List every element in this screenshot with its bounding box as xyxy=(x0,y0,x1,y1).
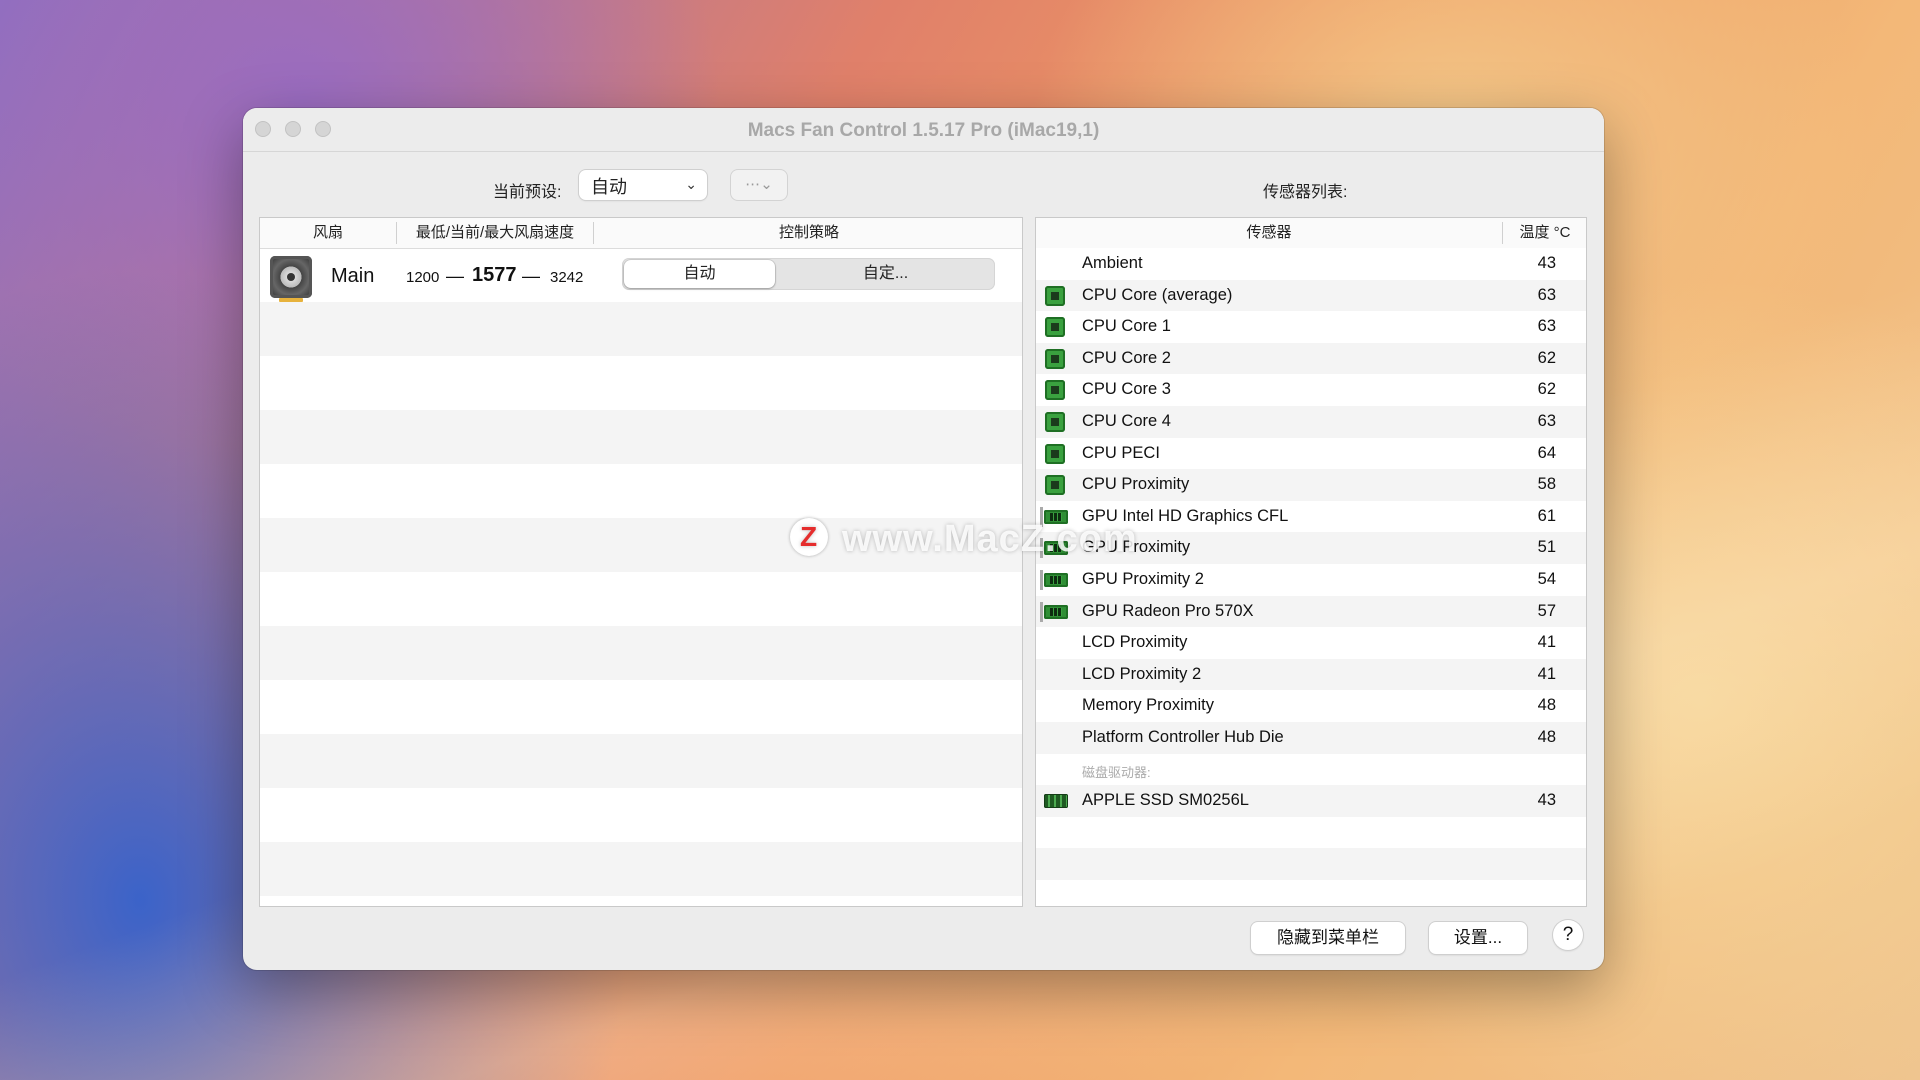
disk-section-row: 磁盘驱动器: xyxy=(1036,753,1586,786)
fan-max-speed: 3242 xyxy=(550,269,584,286)
cpu-chip-icon xyxy=(1045,317,1065,338)
sensor-row-cpu-core-2[interactable]: CPU Core 2 62 xyxy=(1036,342,1586,375)
sensor-value: 63 xyxy=(1537,317,1556,336)
speed-separator: — xyxy=(522,266,540,286)
sensor-row-cpu-peci[interactable]: CPU PECI 64 xyxy=(1036,437,1586,470)
sensor-row-gpu-radeon[interactable]: GPU Radeon Pro 570X 57 xyxy=(1036,595,1586,628)
sensor-table: 传感器 温度 °C Ambient 43 CPU Core (average) … xyxy=(1035,217,1587,907)
gpu-card-icon xyxy=(1040,601,1068,622)
sensor-value: 51 xyxy=(1537,538,1556,557)
sensor-row-cpu-core-average[interactable]: CPU Core (average) 63 xyxy=(1036,279,1586,312)
sensor-row-cpu-proximity[interactable]: CPU Proximity 58 xyxy=(1036,469,1586,501)
cpu-chip-icon xyxy=(1045,443,1065,464)
table-row xyxy=(260,842,1022,896)
cpu-chip-icon xyxy=(1045,348,1065,369)
cpu-chip-icon xyxy=(1045,380,1065,401)
sensor-name: CPU Core 2 xyxy=(1082,348,1171,367)
title-bar[interactable]: Macs Fan Control 1.5.17 Pro (iMac19,1) xyxy=(243,108,1604,152)
sensor-value: 57 xyxy=(1537,601,1556,620)
sensor-row-memory-proximity[interactable]: Memory Proximity 48 xyxy=(1036,690,1586,722)
sensor-row-ambient[interactable]: Ambient 43 xyxy=(1036,248,1586,280)
settings-button[interactable]: 设置... xyxy=(1429,922,1527,954)
sensor-value: 64 xyxy=(1537,443,1556,462)
empty-row xyxy=(1036,816,1586,849)
sensor-name: CPU PECI xyxy=(1082,443,1160,462)
column-divider xyxy=(1586,222,1587,244)
column-header-sensor[interactable]: 传感器 xyxy=(1036,218,1502,248)
sensor-value: 48 xyxy=(1537,696,1556,715)
cpu-chip-icon xyxy=(1045,285,1065,306)
hide-to-menubar-button[interactable]: 隐藏到菜单栏 xyxy=(1251,922,1405,954)
speed-separator: — xyxy=(446,266,464,286)
watermark: Zwww.MacZ.com xyxy=(790,518,1138,561)
fan-base-decoration xyxy=(279,298,303,302)
empty-row xyxy=(1036,848,1586,880)
sensor-value: 61 xyxy=(1537,506,1556,525)
sensor-row-cpu-core-4[interactable]: CPU Core 4 63 xyxy=(1036,406,1586,438)
preset-value: 自动 xyxy=(591,177,627,197)
help-button[interactable]: ? xyxy=(1553,920,1583,950)
sensor-row-apple-ssd[interactable]: APPLE SSD SM0256L 43 xyxy=(1036,785,1586,817)
sensor-name: LCD Proximity 2 xyxy=(1082,664,1202,683)
sensor-value: 62 xyxy=(1537,380,1556,399)
sensor-name: GPU Proximity 2 xyxy=(1082,570,1204,588)
fan-current-speed: 1577 xyxy=(472,264,517,286)
sensor-value: 54 xyxy=(1537,570,1556,588)
sensor-value: 43 xyxy=(1537,254,1556,272)
fan-min-speed: 1200 xyxy=(406,269,440,286)
sensor-name: LCD Proximity xyxy=(1082,633,1188,652)
fan-name: Main xyxy=(331,265,375,287)
sensor-row-pch-die[interactable]: Platform Controller Hub Die 48 xyxy=(1036,722,1586,754)
window-title: Macs Fan Control 1.5.17 Pro (iMac19,1) xyxy=(747,120,1100,141)
gpu-card-icon xyxy=(1040,570,1068,590)
more-actions-button[interactable]: ⋯⌄ xyxy=(731,170,787,200)
table-row xyxy=(260,626,1022,680)
sensor-value: 48 xyxy=(1537,728,1556,746)
sensor-name: CPU Proximity xyxy=(1082,475,1190,494)
sensor-value: 41 xyxy=(1537,664,1556,683)
cpu-chip-icon xyxy=(1045,412,1065,432)
chevron-down-icon: ⌄ xyxy=(685,176,697,192)
disk-section-header: 磁盘驱动器: xyxy=(1082,764,1151,780)
column-header-temperature[interactable]: 温度 °C xyxy=(1503,218,1586,248)
watermark-text: www.MacZ.com xyxy=(842,518,1138,560)
sensor-name: CPU Core 4 xyxy=(1082,412,1171,430)
fan-icon xyxy=(270,256,312,298)
preset-label: 当前预设: xyxy=(493,184,562,201)
table-row xyxy=(260,410,1022,464)
sensor-name: Memory Proximity xyxy=(1082,696,1215,715)
sensor-table-header: 传感器 温度 °C xyxy=(1036,218,1586,249)
fan-row-main[interactable]: Main 1200 — 1577 — 3242 自动 自定... xyxy=(260,218,1022,302)
sensor-value: 63 xyxy=(1537,285,1556,304)
sensor-name: CPU Core 3 xyxy=(1082,380,1171,399)
ssd-icon xyxy=(1044,794,1068,809)
sensor-row-gpu-proximity-2[interactable]: GPU Proximity 2 54 xyxy=(1036,564,1586,596)
custom-mode-button[interactable]: 自定... xyxy=(778,258,993,290)
sensor-value: 62 xyxy=(1537,348,1556,367)
ellipsis-circle-icon: ⋯⌄ xyxy=(745,176,773,193)
sensor-name: CPU Core (average) xyxy=(1082,285,1233,304)
sensor-value: 41 xyxy=(1537,633,1556,652)
table-row xyxy=(260,302,1022,356)
sensor-name: Platform Controller Hub Die xyxy=(1082,728,1284,746)
sensor-row-cpu-core-3[interactable]: CPU Core 3 62 xyxy=(1036,374,1586,406)
sensor-name: CPU Core 1 xyxy=(1082,317,1171,336)
sensor-name: Ambient xyxy=(1082,254,1143,272)
sensor-value: 58 xyxy=(1537,475,1556,494)
sensor-row-lcd-proximity[interactable]: LCD Proximity 41 xyxy=(1036,627,1586,659)
fan-table: 风扇 最低/当前/最大风扇速度 控制策略 Main 1200 — 1577 — … xyxy=(259,217,1023,907)
sensor-value: 43 xyxy=(1537,791,1556,810)
watermark-logo: Z xyxy=(790,518,828,556)
auto-mode-button[interactable]: 自动 xyxy=(624,260,775,288)
sensor-name: GPU Radeon Pro 570X xyxy=(1082,601,1254,620)
sensor-row-lcd-proximity-2[interactable]: LCD Proximity 2 41 xyxy=(1036,658,1586,691)
sensor-name: APPLE SSD SM0256L xyxy=(1082,791,1249,810)
table-row xyxy=(260,734,1022,788)
preset-dropdown[interactable]: 自动 ⌄ xyxy=(579,170,707,200)
sensor-value: 63 xyxy=(1537,412,1556,430)
control-mode-segmented: 自动 自定... xyxy=(622,258,995,290)
cpu-chip-icon xyxy=(1045,475,1065,496)
sensor-list-label: 传感器列表: xyxy=(1263,184,1348,201)
sensor-row-cpu-core-1[interactable]: CPU Core 1 63 xyxy=(1036,311,1586,343)
